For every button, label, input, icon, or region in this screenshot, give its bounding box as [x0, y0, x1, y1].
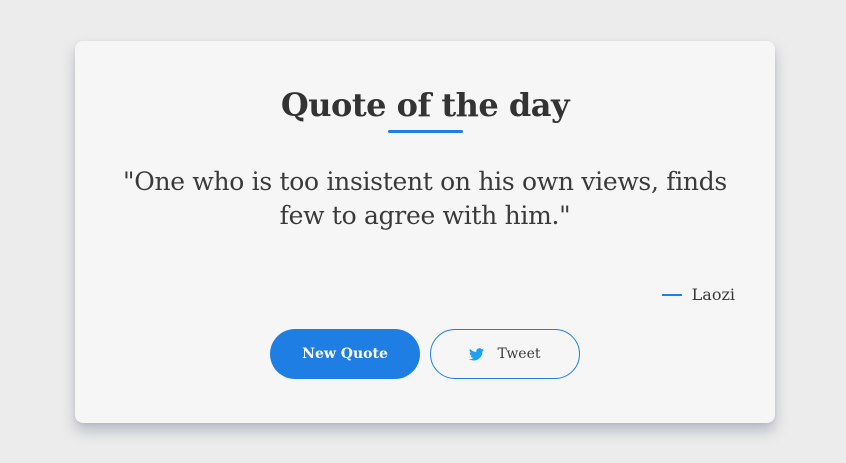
quote-author: Laozi: [661, 285, 735, 304]
twitter-icon: [469, 347, 485, 361]
author-name: Laozi: [691, 285, 735, 304]
new-quote-button[interactable]: New Quote: [270, 329, 420, 379]
tweet-button[interactable]: Tweet: [430, 329, 580, 379]
new-quote-label: New Quote: [302, 346, 388, 362]
quote-card: Quote of the day "One who is too insiste…: [75, 41, 775, 423]
author-dash: [661, 293, 682, 296]
quote-text: "One who is too insistent on his own vie…: [123, 167, 727, 230]
tweet-label: Tweet: [497, 346, 541, 362]
title-underline: [388, 130, 463, 133]
quote-title: Quote of the day: [280, 86, 570, 124]
